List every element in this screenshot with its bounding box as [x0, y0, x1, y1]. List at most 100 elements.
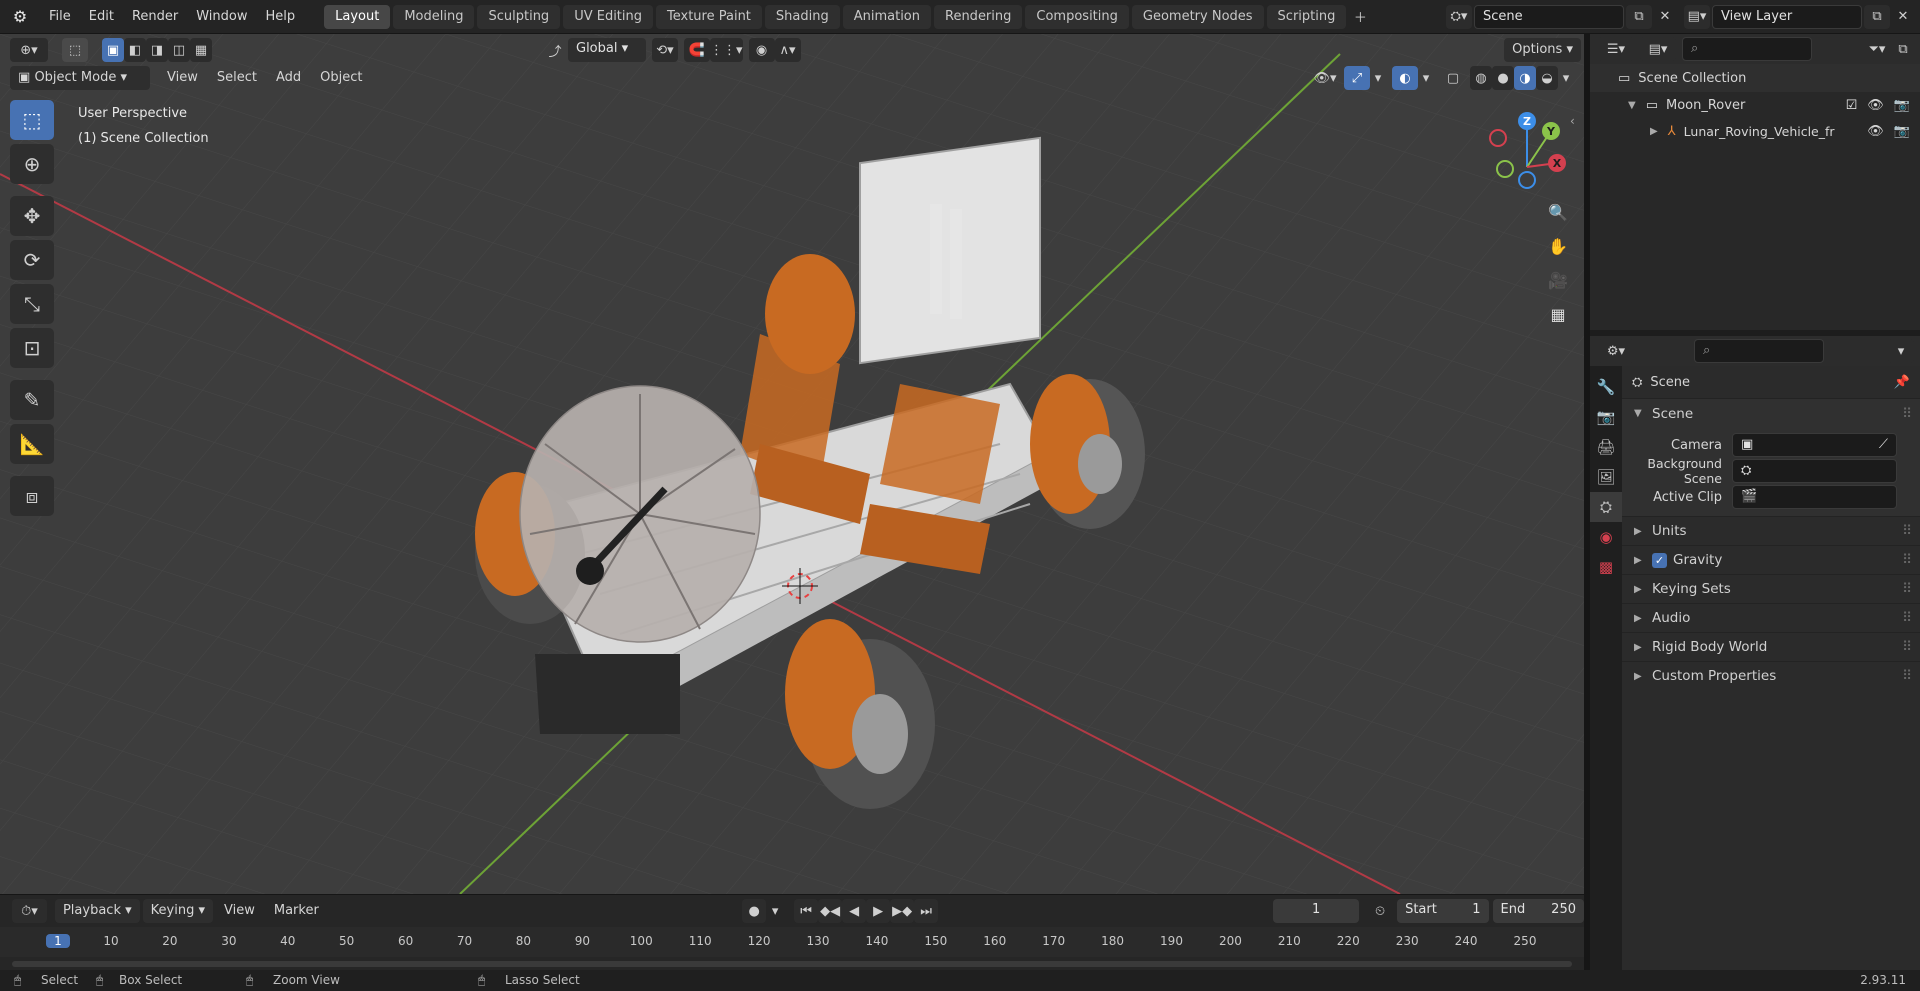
- outliner-editor-type-icon[interactable]: ☰▾: [1598, 37, 1634, 61]
- outliner-root[interactable]: ▭ Scene Collection: [1590, 64, 1920, 92]
- tab-sculpting[interactable]: Sculpting: [477, 4, 561, 29]
- proportional-falloff-icon[interactable]: ∧▾: [774, 38, 801, 62]
- pivot-point-icon[interactable]: ⟲▾: [652, 38, 678, 62]
- audio-panel[interactable]: ▶ Audio ⠿: [1622, 603, 1920, 632]
- new-collection-icon[interactable]: ⧉: [1890, 37, 1916, 61]
- tab-modeling[interactable]: Modeling: [393, 4, 475, 29]
- overlays-dropdown-icon[interactable]: ▾: [1418, 66, 1434, 90]
- view-layer-selector-icon[interactable]: ▤▾: [1684, 4, 1710, 29]
- shading-dropdown-icon[interactable]: ▾: [1558, 66, 1574, 90]
- tab-texture-paint[interactable]: Texture Paint: [656, 4, 762, 29]
- render-tab-icon[interactable]: 📷: [1590, 402, 1622, 432]
- gravity-panel[interactable]: ▶ ✓ Gravity ⠿: [1622, 545, 1920, 574]
- auto-keying-record-icon[interactable]: ●: [742, 899, 767, 923]
- xray-toggle-icon[interactable]: ▢: [1440, 66, 1466, 90]
- drag-handle-icon[interactable]: ⠿: [1902, 610, 1912, 626]
- drag-handle-icon[interactable]: ⠿: [1902, 552, 1912, 568]
- blender-logo-icon[interactable]: ⚙: [0, 7, 40, 26]
- new-view-layer-icon[interactable]: ⧉: [1864, 4, 1890, 29]
- menu-object[interactable]: Object: [312, 66, 370, 90]
- delete-view-layer-icon[interactable]: ✕: [1890, 5, 1916, 29]
- mode-dropdown[interactable]: ▣ Object Mode ▾: [10, 66, 150, 90]
- current-frame-field[interactable]: 1: [1273, 899, 1360, 923]
- tab-geometry-nodes[interactable]: Geometry Nodes: [1131, 4, 1264, 29]
- view-layer-field[interactable]: View Layer: [1712, 4, 1862, 29]
- cursor-tool-icon[interactable]: ⊕: [10, 144, 54, 184]
- gizmo-dropdown-icon[interactable]: ▾: [1370, 66, 1386, 90]
- viewport-canvas[interactable]: Z Y X: [0, 34, 1584, 894]
- properties-options-icon[interactable]: ▾: [1888, 339, 1914, 363]
- tab-rendering[interactable]: Rendering: [934, 4, 1023, 29]
- outliner-item-moon-rover[interactable]: ▼ ▭ Moon_Rover ☑ 👁 📷: [1590, 92, 1920, 118]
- custom-properties-panel[interactable]: ▶ Custom Properties ⠿: [1622, 661, 1920, 690]
- select-box-tool-icon[interactable]: ⬚: [10, 100, 54, 140]
- zoom-icon[interactable]: 🔍: [1544, 198, 1572, 226]
- scene-selector-icon[interactable]: ⛭▾: [1446, 4, 1472, 29]
- scale-tool-icon[interactable]: ⤡: [10, 284, 54, 324]
- menu-add[interactable]: Add: [268, 66, 309, 90]
- tab-animation[interactable]: Animation: [842, 4, 931, 29]
- measure-tool-icon[interactable]: 📐: [10, 424, 54, 464]
- output-tab-icon[interactable]: 🖨: [1590, 432, 1622, 462]
- annotate-tool-icon[interactable]: ✎: [10, 380, 54, 420]
- menu-render[interactable]: Render: [123, 0, 187, 34]
- play-reverse-icon[interactable]: ◀: [842, 899, 867, 923]
- select-extend-icon[interactable]: ◧: [124, 38, 146, 62]
- select-subtract-icon[interactable]: ◨: [146, 38, 168, 62]
- keying-sets-panel[interactable]: ▶ Keying Sets ⠿: [1622, 574, 1920, 603]
- rotate-tool-icon[interactable]: ⟳: [10, 240, 54, 280]
- properties-editor-type-icon[interactable]: ⚙▾: [1598, 339, 1634, 363]
- shading-solid-icon[interactable]: ●: [1492, 66, 1514, 90]
- tab-shading[interactable]: Shading: [764, 4, 840, 29]
- render-camera-icon[interactable]: 📷: [1894, 98, 1910, 113]
- jump-end-icon[interactable]: ⏭: [914, 899, 939, 923]
- snap-target-icon[interactable]: ⋮⋮▾: [710, 38, 743, 62]
- delete-scene-icon[interactable]: ✕: [1652, 5, 1678, 29]
- drag-handle-icon[interactable]: ⠿: [1902, 581, 1912, 597]
- world-tab-icon[interactable]: ◉: [1590, 522, 1622, 552]
- timeline-scrollbar[interactable]: [12, 961, 1572, 967]
- orientation-dropdown[interactable]: Global ▾: [568, 38, 646, 62]
- menu-help[interactable]: Help: [257, 0, 305, 34]
- render-camera-icon[interactable]: 📷: [1894, 124, 1910, 139]
- menu-edit[interactable]: Edit: [80, 0, 123, 34]
- gravity-checkbox-icon[interactable]: ✓: [1652, 552, 1667, 568]
- drag-handle-icon[interactable]: ⠿: [1902, 639, 1912, 655]
- next-keyframe-icon[interactable]: ▶◆: [890, 899, 915, 923]
- outliner-search-field[interactable]: ⌕: [1682, 37, 1812, 61]
- eyedropper-icon[interactable]: ⟋: [1879, 434, 1888, 456]
- sidebar-toggle-icon[interactable]: ‹: [1570, 114, 1575, 128]
- filter-icon[interactable]: ⏷▾: [1864, 37, 1890, 61]
- 3d-viewport[interactable]: Z Y X ⊕▾ ⬚ ▣ ◧ ◨ ◫ ▦ ⤴ Global ▾ ⟲▾ 🧲 ⋮⋮▾…: [0, 34, 1584, 894]
- new-scene-icon[interactable]: ⧉: [1626, 4, 1652, 29]
- drag-handle-icon[interactable]: ⠿: [1902, 406, 1912, 422]
- prev-keyframe-icon[interactable]: ◆◀: [818, 899, 843, 923]
- shading-wireframe-icon[interactable]: ◍: [1470, 66, 1492, 90]
- options-dropdown[interactable]: Options ▾: [1504, 38, 1581, 62]
- visibility-eye-icon[interactable]: 👁: [1867, 98, 1884, 113]
- menu-window[interactable]: Window: [187, 0, 256, 34]
- gizmo-toggle-icon[interactable]: ⤢: [1344, 66, 1370, 90]
- select-new-icon[interactable]: ▣: [102, 38, 124, 62]
- transform-tool-icon[interactable]: ⊡: [10, 328, 54, 368]
- add-workspace-icon[interactable]: ＋: [1349, 5, 1371, 29]
- outliner-item-lrv[interactable]: ▶ ⅄ Lunar_Roving_Vehicle_fr 👁 📷: [1590, 118, 1920, 144]
- tool-tab-icon[interactable]: 🔧: [1590, 372, 1622, 402]
- editor-type-icon[interactable]: ⊕▾: [10, 38, 48, 62]
- visibility-eye-icon[interactable]: 👁: [1867, 124, 1884, 139]
- keying-dropdown[interactable]: Keying ▾: [142, 899, 213, 923]
- active-clip-field[interactable]: 🎬: [1732, 485, 1897, 509]
- keying-dropdown-icon[interactable]: ▾: [766, 899, 784, 923]
- tab-scripting[interactable]: Scripting: [1266, 4, 1347, 29]
- texture-tab-icon[interactable]: ▩: [1590, 552, 1622, 582]
- properties-search-field[interactable]: ⌕: [1694, 339, 1824, 363]
- proportional-edit-icon[interactable]: ◉: [748, 38, 775, 62]
- tab-layout[interactable]: Layout: [324, 4, 391, 29]
- preview-range-icon[interactable]: ⏲: [1367, 899, 1393, 923]
- end-frame-field[interactable]: End 250: [1492, 899, 1584, 923]
- display-mode-icon[interactable]: ▤▾: [1640, 37, 1676, 61]
- transform-orientation-icon[interactable]: ⤴: [542, 38, 568, 62]
- ortho-grid-icon[interactable]: ▦: [1544, 300, 1572, 328]
- scene-tab-icon[interactable]: ⛭: [1590, 492, 1622, 522]
- jump-start-icon[interactable]: ⏮: [794, 899, 819, 923]
